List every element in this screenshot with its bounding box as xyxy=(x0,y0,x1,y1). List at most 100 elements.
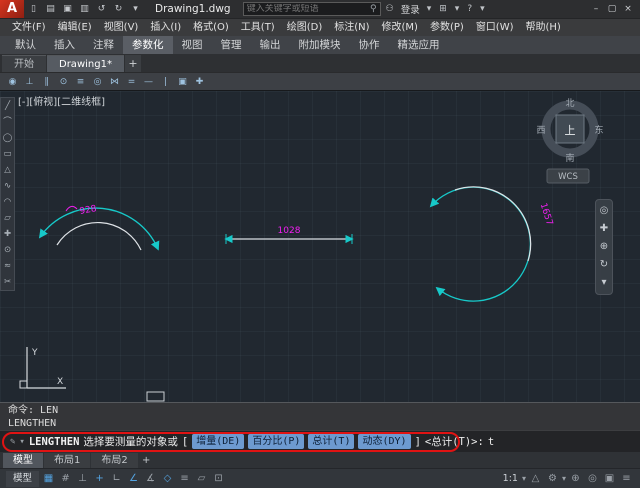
command-input-row[interactable]: ✎ ▾ LENGTHEN 选择要测量的对象或 [ 增量(DE) 百分比(P) 总… xyxy=(0,431,640,452)
isolate-objects-icon[interactable]: ◎ xyxy=(585,469,600,488)
hatch-tool-icon[interactable]: ▱ xyxy=(1,210,14,226)
navbar-more-icon[interactable]: ▾ xyxy=(601,274,606,292)
arc-entity-right[interactable] xyxy=(455,187,531,261)
layout-tab-model[interactable]: 模型 xyxy=(3,453,43,468)
menu-window[interactable]: 窗口(W) xyxy=(470,19,520,37)
sign-in-caret-icon[interactable]: ▾ xyxy=(424,0,435,18)
undo-icon[interactable]: ↺ xyxy=(94,0,109,18)
user-icon[interactable]: ⚇ xyxy=(383,0,397,18)
zoom-icon[interactable]: ⊕ xyxy=(600,238,608,256)
wave-tool-icon[interactable]: ≈ xyxy=(1,258,14,274)
selection-cycling-icon[interactable]: ⊡ xyxy=(211,469,226,488)
model-space-button[interactable]: 模型 xyxy=(6,471,39,487)
rectangle-entity[interactable] xyxy=(147,392,164,401)
menu-tools[interactable]: 工具(T) xyxy=(235,19,281,37)
tab-view[interactable]: 视图 xyxy=(173,36,212,54)
viewport-controls[interactable]: [-][俯视][二维线框] xyxy=(18,95,105,108)
redo-icon[interactable]: ↻ xyxy=(111,0,126,18)
donut-tool-icon[interactable]: ⊙ xyxy=(1,242,14,258)
workspace-caret-icon[interactable]: ▾ xyxy=(562,474,566,483)
osnap-tracking-icon[interactable]: ∡ xyxy=(143,469,158,488)
recent-commands-caret-icon[interactable]: ▾ xyxy=(19,437,24,447)
tab-annotate[interactable]: 注释 xyxy=(84,36,123,54)
option-increment[interactable]: 增量(DE) xyxy=(192,434,244,449)
pan-icon[interactable]: ✚ xyxy=(600,220,608,238)
open-file-icon[interactable]: ▤ xyxy=(43,0,58,18)
horizontal-constraint-icon[interactable]: — xyxy=(141,74,156,90)
menu-help[interactable]: 帮助(H) xyxy=(520,19,567,37)
revision-cloud-tool-icon[interactable]: ◠ xyxy=(1,194,14,210)
dimension-text-linear[interactable]: 1028 xyxy=(278,226,301,236)
menu-draw[interactable]: 绘图(D) xyxy=(281,19,329,37)
autocad-logo-icon[interactable]: A xyxy=(0,0,24,18)
polygon-tool-icon[interactable]: △ xyxy=(1,162,14,178)
fix-constraint-icon[interactable]: ▣ xyxy=(175,74,190,90)
lineweight-icon[interactable]: ≡ xyxy=(177,469,192,488)
menu-format[interactable]: 格式(O) xyxy=(187,19,235,37)
trim-tool-icon[interactable]: ✂ xyxy=(1,274,14,290)
wcs-label[interactable]: WCS xyxy=(558,172,578,182)
menu-insert[interactable]: 插入(I) xyxy=(144,19,187,37)
circle-tool-icon[interactable]: ◯ xyxy=(1,130,14,146)
arc-entity-left[interactable] xyxy=(57,223,141,250)
orbit-icon[interactable]: ↻ xyxy=(600,256,608,274)
option-total[interactable]: 总计(T) xyxy=(308,434,354,449)
help-icon[interactable]: ? xyxy=(464,0,475,18)
viewcube-west[interactable]: 西 xyxy=(536,125,545,136)
menu-modify[interactable]: 修改(M) xyxy=(376,19,424,37)
quick-access-caret-icon[interactable]: ▾ xyxy=(128,0,143,18)
snap-mode-icon[interactable]: # xyxy=(58,469,73,488)
dimension-text-arc-right[interactable]: 1657 xyxy=(538,202,555,227)
command-history[interactable]: 命令: LEN LENGTHEN xyxy=(0,402,640,430)
layout-tab-layout2[interactable]: 布局2 xyxy=(91,453,137,468)
tab-output[interactable]: 输出 xyxy=(251,36,290,54)
viewcube-east[interactable]: 东 xyxy=(594,124,603,136)
new-file-icon[interactable]: ▯ xyxy=(26,0,41,18)
dynamic-input-icon[interactable]: + xyxy=(92,469,107,488)
symmetric-constraint-icon[interactable]: ⋈ xyxy=(107,74,122,90)
menu-edit[interactable]: 编辑(E) xyxy=(52,19,98,37)
command-customize-icon[interactable]: ✎ xyxy=(10,437,15,447)
tab-featured-apps[interactable]: 精选应用 xyxy=(389,36,449,54)
annotation-monitor-icon[interactable]: ⊕ xyxy=(568,469,583,488)
tab-manage[interactable]: 管理 xyxy=(212,36,251,54)
menu-file[interactable]: 文件(F) xyxy=(6,19,52,37)
parallel-constraint-icon[interactable]: ∥ xyxy=(39,74,54,90)
viewcube-south[interactable]: 南 xyxy=(565,152,574,164)
tab-addins[interactable]: 附加模块 xyxy=(290,36,350,54)
layout-tab-layout1[interactable]: 布局1 xyxy=(44,453,90,468)
transparency-icon[interactable]: ▱ xyxy=(194,469,209,488)
save-icon[interactable]: ▣ xyxy=(60,0,75,18)
scale-caret-icon[interactable]: ▾ xyxy=(522,474,526,483)
search-input[interactable] xyxy=(247,4,370,14)
workspace-gear-icon[interactable]: ⚙ xyxy=(545,469,560,488)
coincident-constraint-icon[interactable]: ◉ xyxy=(5,74,20,90)
help-search-box[interactable]: ⚲ xyxy=(243,2,381,16)
plot-icon[interactable]: ▥ xyxy=(77,0,92,18)
customize-icon[interactable]: ≡ xyxy=(619,469,634,488)
ucs-icon[interactable]: Y X xyxy=(20,347,66,388)
infer-constraints-icon[interactable]: ⊥ xyxy=(75,469,90,488)
arc-tool-icon[interactable]: ⌒ xyxy=(1,114,14,130)
annotation-visibility-icon[interactable]: △ xyxy=(528,469,543,488)
drawing-canvas[interactable]: [-][俯视][二维线框] 928 1028 1657 Y X 北 南 xyxy=(0,91,640,403)
app-store-icon[interactable]: ⊞ xyxy=(436,0,450,18)
minimize-button[interactable]: – xyxy=(588,0,604,18)
close-button[interactable]: × xyxy=(620,0,636,18)
object-snap-icon[interactable]: ◇ xyxy=(160,469,175,488)
viewcube-north[interactable]: 北 xyxy=(565,98,574,109)
collinear-constraint-icon[interactable]: ≡ xyxy=(73,74,88,90)
dimension-text-arc-left[interactable]: 928 xyxy=(79,204,98,217)
ortho-mode-icon[interactable]: ∟ xyxy=(109,469,124,488)
vertical-constraint-icon[interactable]: | xyxy=(158,74,173,90)
line-tool-icon[interactable]: ╱ xyxy=(1,98,14,114)
command-typed-input[interactable]: t xyxy=(488,436,494,448)
file-tab-start[interactable]: 开始 xyxy=(2,55,46,72)
file-tab-drawing1[interactable]: Drawing1* xyxy=(47,55,124,72)
tab-collaborate[interactable]: 协作 xyxy=(350,36,389,54)
tangent-constraint-icon[interactable]: ⊙ xyxy=(56,74,71,90)
tab-home[interactable]: 默认 xyxy=(6,36,45,54)
viewcube[interactable]: 北 南 西 东 上 WCS xyxy=(536,98,603,183)
new-layout-button[interactable]: + xyxy=(139,455,154,466)
help-caret-icon[interactable]: ▾ xyxy=(477,0,488,18)
